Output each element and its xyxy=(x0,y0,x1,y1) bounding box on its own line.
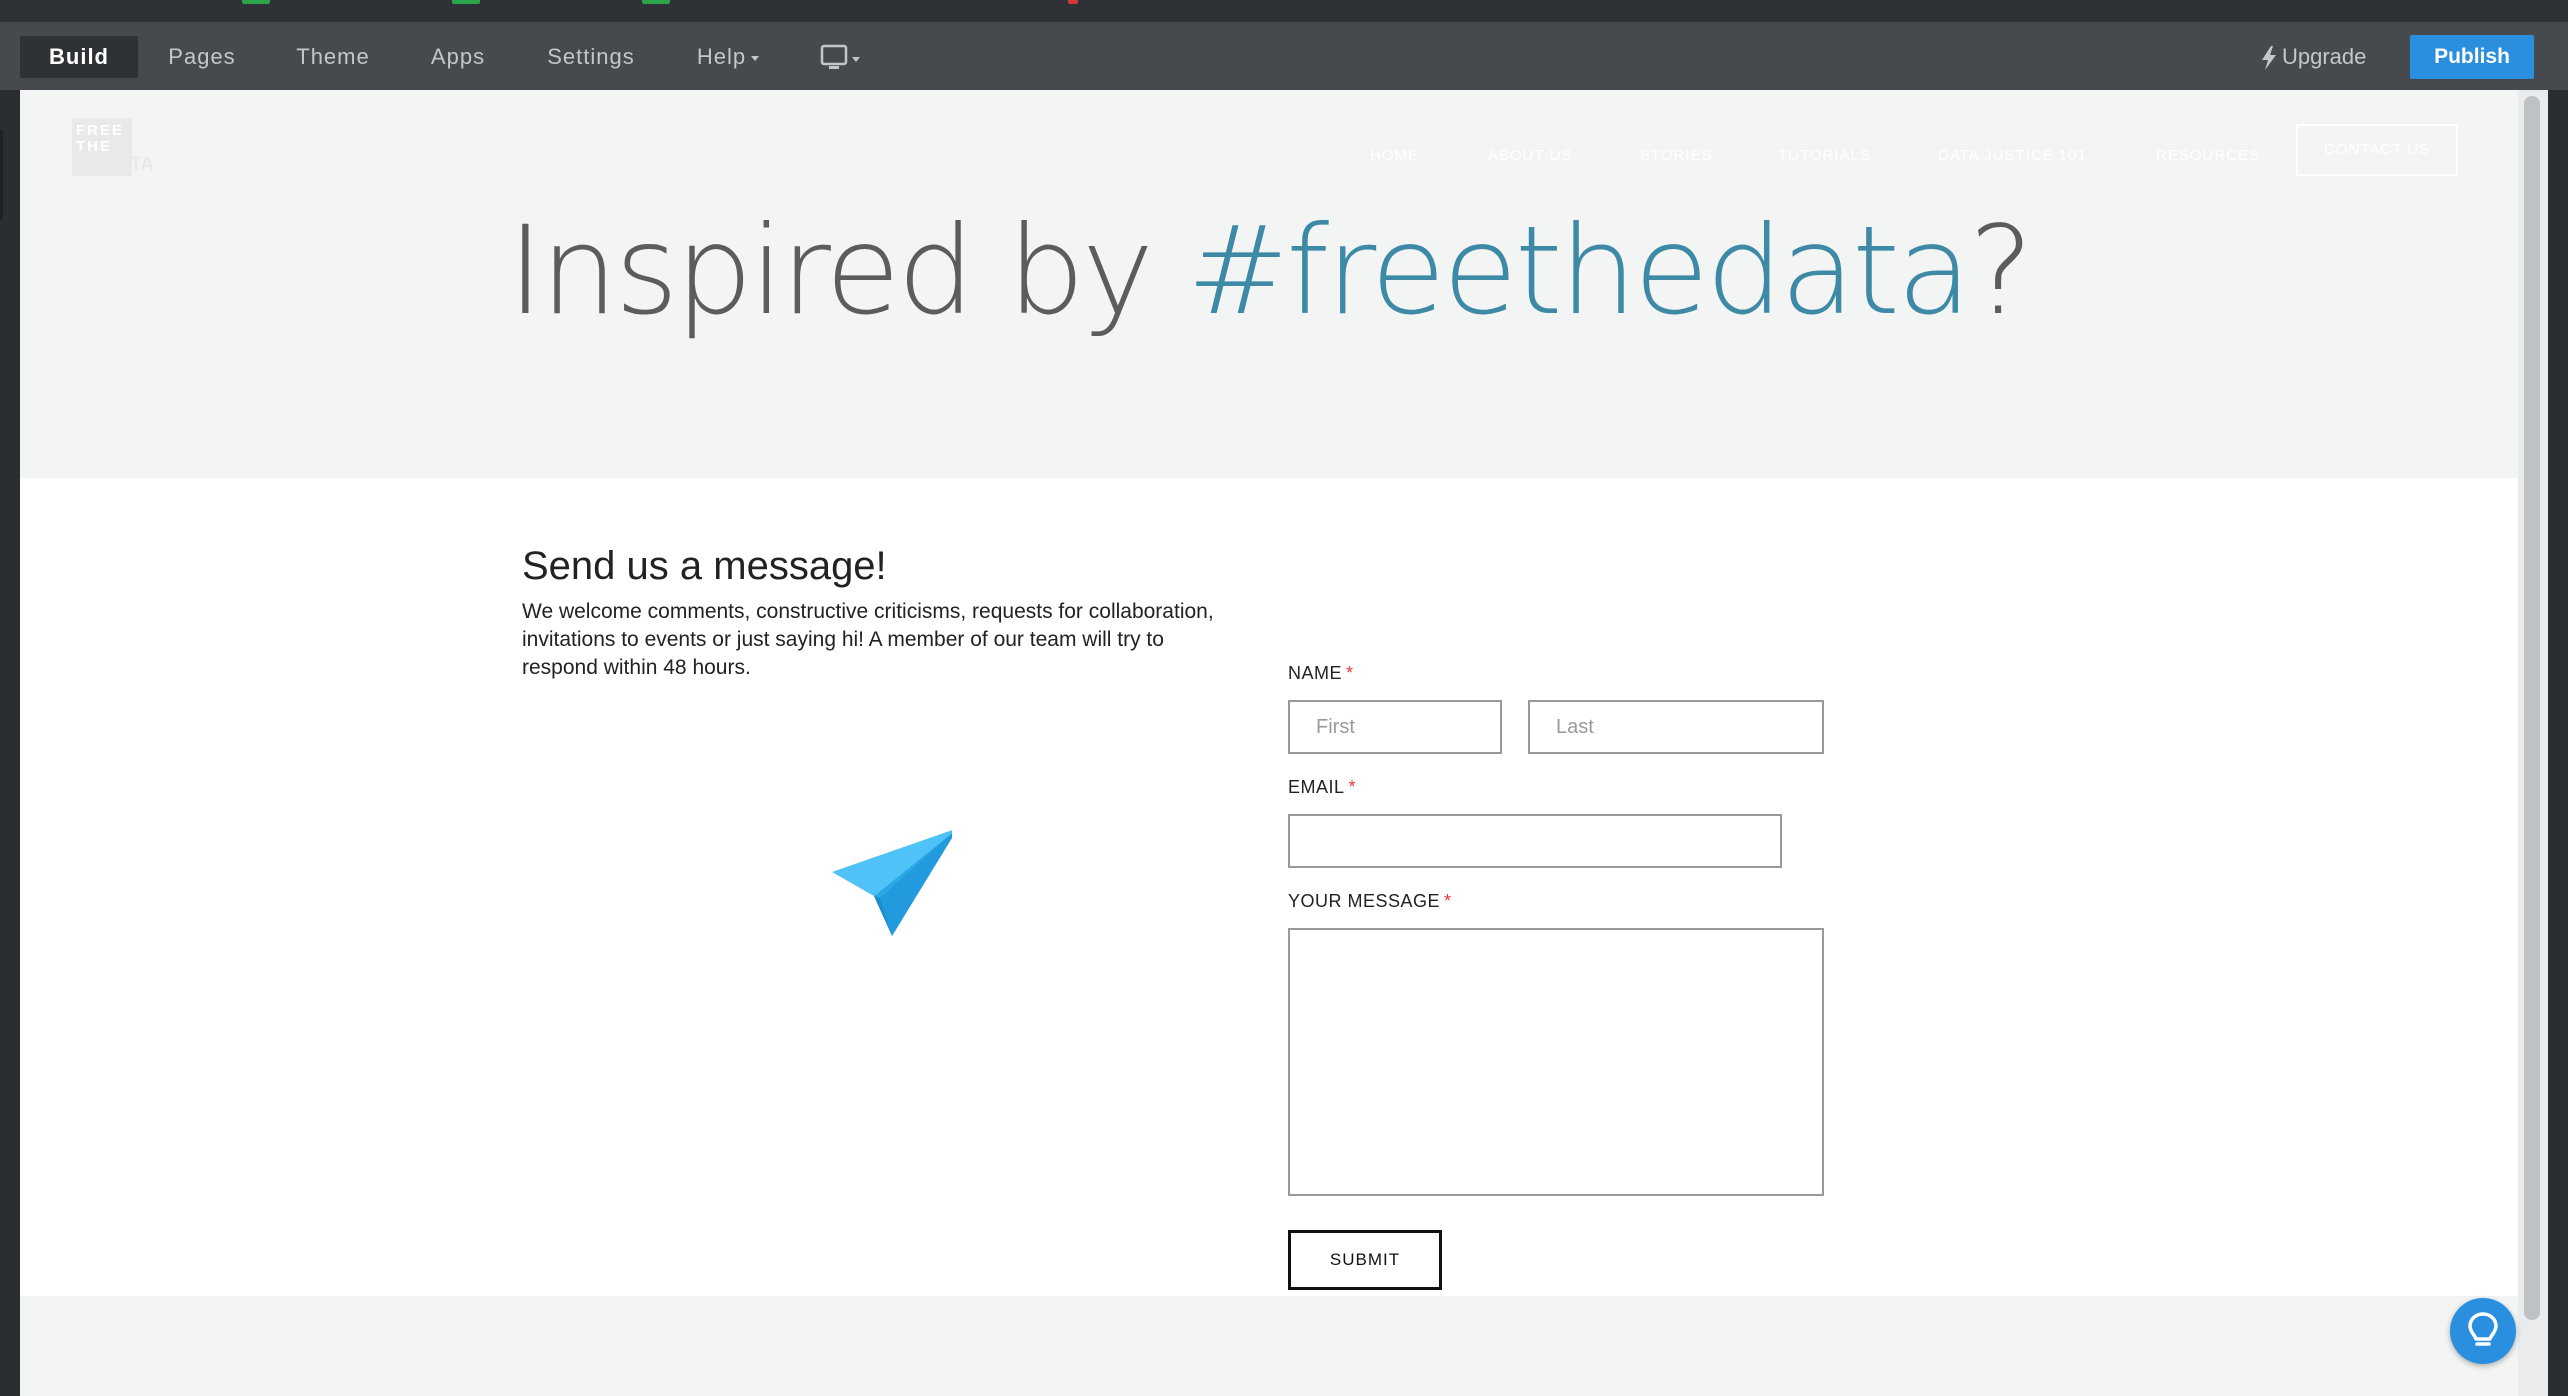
site-nav-data-justice[interactable]: DATA JUSTICE 101 xyxy=(1938,130,2087,182)
desktop-monitor-icon[interactable] xyxy=(820,44,860,74)
status-tick-red xyxy=(1068,0,1078,4)
system-top-strip xyxy=(0,0,2568,22)
right-edge xyxy=(2548,90,2568,1396)
status-tick-green xyxy=(642,0,670,4)
message-textarea[interactable] xyxy=(1288,928,1824,1196)
site-canvas: FREE THE DATA HOME ABOUT US STORIES TUTO… xyxy=(20,90,2518,1396)
scrollbar-thumb[interactable] xyxy=(2524,96,2540,1320)
contact-section[interactable]: Send us a message! We welcome comments, … xyxy=(20,478,2518,1296)
site-nav-resources[interactable]: RESOURCES xyxy=(2156,130,2260,182)
publish-button[interactable]: Publish xyxy=(2410,35,2534,79)
hero-title-prefix: Inspired by xyxy=(507,200,1187,342)
svg-text:FREE: FREE xyxy=(76,122,124,139)
site-nav-stories[interactable]: STORIES xyxy=(1640,130,1713,182)
email-label-text: EMAIL xyxy=(1288,777,1345,797)
lightbulb-icon xyxy=(2468,1312,2498,1346)
canvas-scrollbar[interactable] xyxy=(2518,90,2548,1396)
hero-title: Inspired by #freethedata? xyxy=(20,200,2518,342)
svg-text:THE: THE xyxy=(76,138,112,155)
site-nav-tutorials[interactable]: TUTORIALS xyxy=(1778,130,1871,182)
contact-description: We welcome comments, constructive critic… xyxy=(522,600,1214,679)
hero-section[interactable]: FREE THE DATA HOME ABOUT US STORIES TUTO… xyxy=(20,90,2518,478)
required-marker: * xyxy=(1346,663,1354,683)
tab-settings[interactable]: Settings xyxy=(532,36,650,78)
status-tick-green xyxy=(452,0,480,4)
upgrade-label: Upgrade xyxy=(2282,44,2367,69)
required-marker: * xyxy=(1444,891,1452,911)
left-gutter xyxy=(0,90,20,1396)
email-label: EMAIL * xyxy=(1288,777,1356,798)
lightning-bolt-icon xyxy=(2262,46,2276,71)
editor-toolbar: Build Pages Theme Apps Settings Help Upg… xyxy=(0,22,2568,90)
tab-apps[interactable]: Apps xyxy=(412,36,504,78)
paper-plane-icon xyxy=(832,828,958,948)
message-label-text: YOUR MESSAGE xyxy=(1288,891,1441,911)
name-label: NAME * xyxy=(1288,663,1354,684)
first-name-input[interactable]: First xyxy=(1288,700,1502,754)
tab-build[interactable]: Build xyxy=(20,36,138,78)
site-nav-home[interactable]: HOME xyxy=(1370,130,1419,182)
site-logo[interactable]: FREE THE DATA xyxy=(72,118,182,176)
submit-button[interactable]: SUBMIT xyxy=(1288,1230,1442,1290)
message-label: YOUR MESSAGE * xyxy=(1288,891,1452,912)
footer-section[interactable] xyxy=(20,1296,2518,1396)
site-nav-about[interactable]: ABOUT US xyxy=(1488,130,1572,182)
hero-hashtag: #freethedata xyxy=(1186,200,1972,342)
status-tick-green xyxy=(242,0,270,4)
tab-pages[interactable]: Pages xyxy=(150,36,254,78)
hero-title-suffix: ? xyxy=(1968,200,2034,342)
chevron-down-icon xyxy=(751,55,760,61)
last-name-input[interactable]: Last xyxy=(1528,700,1824,754)
upgrade-button[interactable]: Upgrade xyxy=(2260,36,2366,78)
email-input[interactable] xyxy=(1288,814,1782,868)
gutter-handle[interactable] xyxy=(0,130,3,220)
name-label-text: NAME xyxy=(1288,663,1343,683)
contact-title: Send us a message! xyxy=(522,544,887,588)
svg-text:DATA: DATA xyxy=(104,154,154,175)
tab-help-label: Help xyxy=(696,44,747,69)
help-widget-button[interactable] xyxy=(2450,1298,2516,1364)
required-marker: * xyxy=(1348,777,1357,797)
tab-help[interactable]: Help xyxy=(688,36,768,78)
site-nav-contact-button[interactable]: CONTACT US xyxy=(2296,124,2458,176)
tab-theme[interactable]: Theme xyxy=(278,36,388,78)
